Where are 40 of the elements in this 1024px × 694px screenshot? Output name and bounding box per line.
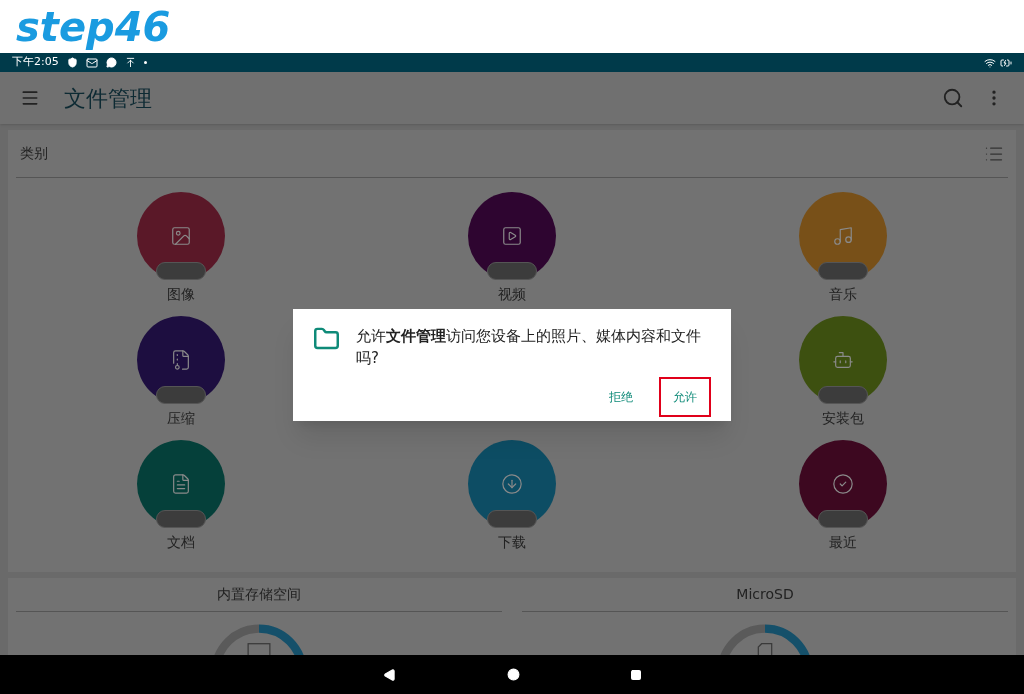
label-pill	[487, 262, 537, 280]
mail-icon	[85, 56, 98, 69]
search-icon[interactable]	[942, 87, 964, 109]
upload-icon	[124, 57, 136, 68]
category-label: 最近	[828, 533, 857, 552]
label-pill	[156, 510, 207, 528]
music-note-icon	[831, 225, 854, 247]
dialog-button[interactable]: 拒绝	[595, 377, 647, 417]
category-label: 安装包	[821, 409, 864, 428]
robot-icon	[831, 349, 854, 371]
category-label: 视频	[498, 285, 526, 304]
label-pill	[817, 386, 868, 404]
shield-icon	[66, 57, 78, 68]
chat-icon	[105, 57, 117, 68]
label-pill	[156, 262, 207, 280]
category-label: 压缩	[167, 409, 196, 428]
dialog-button[interactable]: 允许	[659, 377, 711, 417]
category-label: 文档	[167, 533, 196, 552]
category-label: 图像	[167, 285, 196, 304]
recents-icon[interactable]	[629, 668, 642, 681]
check-circle-icon	[831, 473, 854, 495]
menu-icon[interactable]	[20, 88, 40, 108]
category-label: 音乐	[828, 285, 857, 304]
section-title: 类别	[20, 144, 48, 163]
download-icon	[501, 473, 523, 495]
picture-icon	[170, 225, 193, 247]
status-time: 下午2:05	[12, 54, 59, 71]
storage-title: MicroSD	[736, 584, 794, 604]
video-icon	[501, 225, 523, 247]
back-icon[interactable]	[382, 667, 397, 682]
label-pill	[817, 510, 868, 528]
label-pill	[156, 386, 207, 404]
label-pill	[817, 262, 868, 280]
storage-title: 内置存储空间	[217, 584, 301, 604]
label-pill	[487, 510, 537, 528]
wifi-icon	[984, 56, 996, 69]
dialog-message: 允许文件管理访问您设备上的照片、媒体内容和文件吗?	[356, 326, 702, 369]
category-label: 下载	[498, 533, 526, 552]
home-icon[interactable]	[506, 668, 520, 681]
app-title: 文件管理	[64, 84, 152, 113]
